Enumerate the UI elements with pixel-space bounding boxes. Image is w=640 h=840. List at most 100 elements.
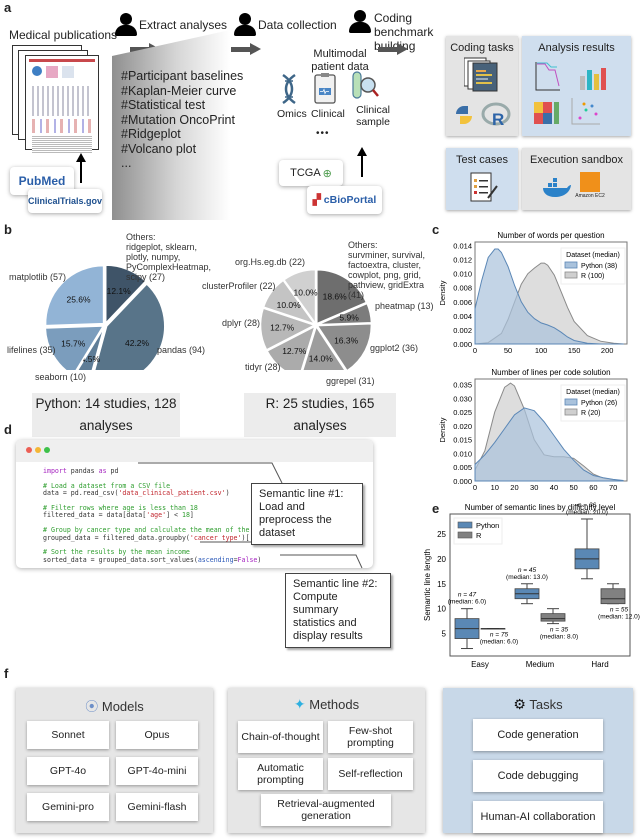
median-label: (median: 12.0) (598, 614, 640, 621)
y-tick-label: 25 (437, 530, 446, 539)
pie-percent-label: 5.9% (339, 313, 359, 323)
legend-swatch (564, 261, 578, 269)
clipboard-icon (314, 73, 336, 104)
docker-icon (543, 178, 571, 197)
methods-panel: ✦ Methods Chain-of-thought Few-shot prom… (228, 688, 425, 833)
method-few-shot[interactable]: Few-shot prompting (328, 721, 413, 753)
legend-swatch (564, 408, 578, 416)
pie-percent-label: 12.7% (282, 346, 307, 356)
model-opus[interactable]: Opus (116, 721, 198, 749)
task-human-ai[interactable]: Human-AI collaboration (473, 801, 603, 833)
median-label: (median: 20.0) (566, 509, 608, 516)
y-tick-label: 20 (437, 555, 446, 564)
medical-publications-label: Medical publications (9, 28, 118, 42)
legend-entry: Python (26) (581, 400, 617, 407)
model-gpt-4o[interactable]: GPT-4o (27, 757, 109, 785)
analysis-item: #Kaplan-Meier curve (121, 83, 237, 98)
chart-title: Number of lines per code solution (491, 368, 610, 377)
analysis-item: #Volcano plot (121, 141, 197, 156)
analysis-item: #Mutation OncoPrint (121, 112, 235, 127)
task-code-generation[interactable]: Code generation (473, 719, 603, 751)
legend-entry: Python (38) (581, 263, 617, 270)
model-gpt-4o-mini[interactable]: GPT-4o-mini (116, 757, 198, 785)
pie-label-matplotlib: matplotlib (57) (9, 272, 67, 282)
person-icon (349, 10, 371, 34)
tile-analysis-results: Analysis results (522, 36, 631, 136)
n-label: n = 75 (490, 632, 509, 639)
n-label: n = 47 (458, 592, 477, 599)
y-axis-label: Density (438, 417, 447, 442)
n-label: n = 36 (578, 502, 597, 509)
sparkle-icon: ✦ (293, 696, 306, 712)
tasks-header: ⚙ Tasks (513, 696, 563, 712)
legend-swatch (457, 531, 473, 539)
legend-entry: Python (476, 521, 499, 530)
n-label: n = 45 (518, 567, 537, 574)
y-tick-label: 0.002 (453, 326, 472, 335)
pie-percent-label: 14.0% (309, 354, 334, 364)
panel-label-f: f (4, 666, 9, 681)
pie-label-pandas: pandas (94) (157, 345, 206, 355)
model-gemini-pro[interactable]: Gemini-pro (27, 793, 109, 821)
semantic-boxplot-chart: Number of semantic lines by difficulty l… (423, 502, 640, 669)
pie-label-tidyr: tidyr (28) (245, 362, 281, 372)
tile-title: Coding tasks (450, 42, 514, 54)
analyses-list: #Participant baselines #Kaplan-Meier cur… (121, 69, 243, 171)
y-tick-label: 0.020 (453, 422, 472, 431)
pie-percent-label: 42.2% (125, 338, 150, 348)
pie-label-dplyr: dplyr (28) (222, 318, 261, 328)
median-label: (median: 6.0) (448, 599, 486, 606)
analysis-charts-icon (534, 62, 606, 125)
legend-swatch (564, 398, 578, 406)
y-tick-label: 0.012 (453, 256, 472, 265)
x-tick-label: 50 (504, 346, 512, 355)
y-tick-label: 0.015 (453, 436, 472, 445)
y-tick-label: 0.005 (453, 463, 472, 472)
clinicaltrials-logo: ClinicalTrials.gov (28, 189, 102, 213)
panel-label-a: a (4, 0, 12, 15)
method-self-reflection[interactable]: Self-reflection (328, 758, 413, 790)
pie-percent-label: 10.0% (277, 300, 302, 310)
n-label: n = 55 (610, 607, 629, 614)
model-gemini-flash[interactable]: Gemini-flash (116, 793, 198, 821)
tile-title: Analysis results (538, 42, 615, 54)
x-tick-label: 10 (491, 483, 499, 492)
median-label: (median: 13.0) (506, 574, 548, 581)
right-arrow-icon (378, 43, 408, 55)
method-chain-of-thought[interactable]: Chain-of-thought (238, 721, 323, 753)
amazon-ec2-icon (580, 172, 600, 192)
task-code-debugging[interactable]: Code debugging (473, 760, 603, 792)
code-document-icon (464, 57, 498, 92)
pie-label-lifelines: lifelines (35) (7, 345, 56, 355)
data-type-clinical-sample: Clinical sample (356, 104, 390, 128)
legend-swatch (564, 271, 578, 279)
y-tick-label: 0.006 (453, 298, 472, 307)
up-arrow-icon (76, 153, 86, 183)
y-tick-label: 0.008 (453, 284, 472, 293)
box-r-hard: n = 55(median: 12.0) (598, 583, 640, 621)
x-tick-label: Hard (591, 660, 608, 669)
tile-title: Test cases (456, 154, 508, 166)
model-sonnet[interactable]: Sonnet (27, 721, 109, 749)
y-axis-label: Density (438, 280, 447, 305)
tile-coding-tasks: Coding tasks R (446, 36, 518, 136)
tasks-panel: ⚙ Tasks Code generation Code debugging H… (443, 688, 633, 833)
x-tick-label: 60 (589, 483, 597, 492)
x-tick-label: 50 (570, 483, 578, 492)
legend-entry: R (100) (581, 273, 604, 280)
tile-execution-sandbox: Execution sandbox Amazon EC2 (522, 148, 631, 210)
legend-title: Dataset (median) (566, 389, 620, 396)
pie-label-python-others: Others: ridgeplot, sklearn, plotly, numpy,… (126, 232, 212, 282)
x-tick-label: 0 (473, 346, 477, 355)
method-automatic-prompting[interactable]: Automatic prompting (238, 758, 323, 790)
y-axis-label: Semantic line length (423, 549, 432, 621)
y-tick-label: 0.030 (453, 394, 472, 403)
y-tick-label: 0.035 (453, 381, 472, 390)
method-rag[interactable]: Retrieval-augmented generation (261, 794, 391, 826)
cbioportal-logo: ▞ cBioPortal (307, 186, 382, 214)
tile-title: Execution sandbox (530, 154, 623, 166)
y-tick-label: 0.000 (453, 340, 472, 349)
pie-label-orghs: org.Hs.eg.db (22) (235, 257, 306, 267)
pie-percent-label: 15.7% (61, 339, 86, 349)
median-label: (median: 8.0) (540, 634, 578, 641)
